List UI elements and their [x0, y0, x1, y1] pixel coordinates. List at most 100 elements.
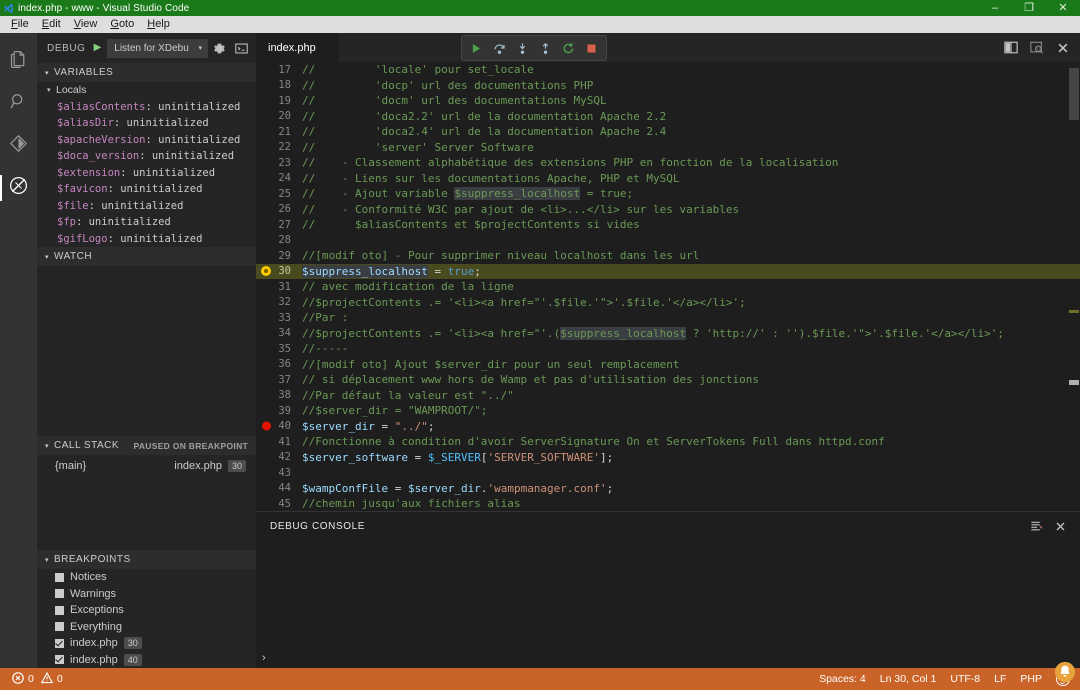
- variable-row[interactable]: $aliasContents: uninitialized: [37, 99, 256, 116]
- code-line[interactable]: 41//Fonctionne à condition d'avoir Serve…: [256, 434, 1080, 450]
- code-line[interactable]: 37// si déplacement www hors de Wamp et …: [256, 372, 1080, 388]
- code-line[interactable]: 43: [256, 465, 1080, 481]
- code-line[interactable]: 35//-----: [256, 341, 1080, 357]
- code-line[interactable]: 17// 'locale' pour set_locale: [256, 62, 1080, 78]
- scrollbar-thumb[interactable]: [1069, 68, 1079, 120]
- line-number[interactable]: 21: [256, 126, 302, 138]
- status-indentation[interactable]: Spaces: 4: [819, 673, 866, 685]
- clear-console-icon[interactable]: [1030, 520, 1043, 532]
- open-preview-icon[interactable]: [1028, 39, 1046, 57]
- line-number[interactable]: 22: [256, 141, 302, 153]
- variables-scope-locals[interactable]: ▾ Locals: [37, 82, 256, 99]
- section-breakpoints-header[interactable]: ▾ BREAKPOINTS: [37, 550, 256, 569]
- code-line[interactable]: 21// 'doca2.4' url de la documentation A…: [256, 124, 1080, 140]
- status-cursor-position[interactable]: Ln 30, Col 1: [880, 673, 937, 685]
- breakpoint-marker-icon[interactable]: [262, 421, 271, 431]
- breakpoint-row[interactable]: Everything: [37, 619, 256, 636]
- breakpoint-checkbox[interactable]: [55, 589, 64, 599]
- line-number[interactable]: 36: [256, 358, 302, 370]
- code-line[interactable]: 42 $server_software = $_SERVER['SERVER_SO…: [256, 450, 1080, 466]
- line-number[interactable]: 39: [256, 405, 302, 417]
- code-line[interactable]: 36//[modif oto] Ajout $server_dir pour u…: [256, 357, 1080, 373]
- panel-tab-debug-console[interactable]: DEBUG CONSOLE: [270, 521, 365, 532]
- code-editor[interactable]: 17// 'locale' pour set_locale 18// 'docp'…: [256, 62, 1080, 511]
- line-number[interactable]: 43: [256, 467, 302, 479]
- code-line[interactable]: 39//$server_dir = "WAMPROOT/";: [256, 403, 1080, 419]
- code-line[interactable]: 44 $wampConfFile = $server_dir.'wampmanag…: [256, 481, 1080, 497]
- line-number[interactable]: 35: [256, 343, 302, 355]
- line-number[interactable]: 34: [256, 327, 302, 339]
- tab-index-php[interactable]: index.php: [256, 33, 340, 62]
- variable-row[interactable]: $doca_version: uninitialized: [37, 148, 256, 165]
- stop-button[interactable]: [581, 38, 602, 59]
- code-line[interactable]: 34//$projectContents .= '<li><a href="'.…: [256, 326, 1080, 342]
- line-number[interactable]: 17: [256, 64, 302, 76]
- menu-view[interactable]: View: [68, 16, 105, 33]
- line-number[interactable]: 29: [256, 250, 302, 262]
- line-number[interactable]: 20: [256, 110, 302, 122]
- maximize-button[interactable]: ❐: [1012, 0, 1046, 16]
- breakpoint-row[interactable]: Notices: [37, 569, 256, 586]
- activity-item-search[interactable]: [0, 83, 37, 125]
- section-watch-header[interactable]: ▾ WATCH: [37, 247, 256, 266]
- editor-scrollbar[interactable]: [1066, 62, 1080, 511]
- section-variables-header[interactable]: ▾ VARIABLES: [37, 63, 256, 82]
- activity-item-debug[interactable]: [0, 167, 37, 209]
- step-over-button[interactable]: [489, 38, 510, 59]
- code-line[interactable]: 23// - Classement alphabétique des exten…: [256, 155, 1080, 171]
- breakpoint-checkbox[interactable]: [55, 605, 64, 615]
- variable-row[interactable]: $gifLogo: uninitialized: [37, 231, 256, 248]
- code-line[interactable]: 38//Par défaut la valeur est "../": [256, 388, 1080, 404]
- line-number[interactable]: 26: [256, 203, 302, 215]
- line-number[interactable]: 32: [256, 296, 302, 308]
- variable-row[interactable]: $aliasDir: uninitialized: [37, 115, 256, 132]
- step-into-button[interactable]: [512, 38, 533, 59]
- play-icon[interactable]: ▶: [94, 43, 102, 53]
- breakpoint-row[interactable]: index.php 30: [37, 635, 256, 652]
- line-number[interactable]: 30: [256, 265, 302, 277]
- breakpoint-row[interactable]: Exceptions: [37, 602, 256, 619]
- code-line[interactable]: 18// 'docp' url des documentations PHP: [256, 78, 1080, 94]
- line-number[interactable]: 42: [256, 451, 302, 463]
- code-line[interactable]: 32//$projectContents .= '<li><a href="'.…: [256, 295, 1080, 311]
- code-line[interactable]: 27// $aliasContents et $projectContents …: [256, 217, 1080, 233]
- breakpoint-row[interactable]: index.php 40: [37, 652, 256, 669]
- breakpoint-checkbox[interactable]: [55, 638, 64, 648]
- line-number[interactable]: 28: [256, 234, 302, 246]
- activity-item-explorer[interactable]: [0, 41, 37, 83]
- bell-icon[interactable]: [1054, 661, 1076, 688]
- variable-row[interactable]: $apacheVersion: uninitialized: [37, 132, 256, 149]
- status-encoding[interactable]: UTF-8: [950, 673, 980, 685]
- code-line[interactable]: 22// 'server' Server Software: [256, 140, 1080, 156]
- status-language-mode[interactable]: PHP: [1020, 673, 1042, 685]
- menu-goto[interactable]: Goto: [104, 16, 141, 33]
- variable-row[interactable]: $fp: uninitialized: [37, 214, 256, 231]
- step-out-button[interactable]: [535, 38, 556, 59]
- line-number[interactable]: 33: [256, 312, 302, 324]
- breakpoint-checkbox[interactable]: [55, 572, 64, 582]
- code-line[interactable]: 26// - Conformité W3C par ajout de <li>.…: [256, 202, 1080, 218]
- line-number[interactable]: 23: [256, 157, 302, 169]
- close-button[interactable]: ✕: [1046, 0, 1080, 16]
- section-callstack-header[interactable]: ▾ CALL STACK PAUSED ON BREAKPOINT: [37, 436, 256, 455]
- variable-row[interactable]: $favicon: uninitialized: [37, 181, 256, 198]
- line-number[interactable]: 37: [256, 374, 302, 386]
- code-line[interactable]: 20// 'doca2.2' url de la documentation A…: [256, 109, 1080, 125]
- variable-row[interactable]: $file: uninitialized: [37, 198, 256, 215]
- line-number[interactable]: 24: [256, 172, 302, 184]
- line-number[interactable]: 41: [256, 436, 302, 448]
- line-number[interactable]: 40: [256, 420, 302, 432]
- callstack-row[interactable]: {main} index.php 30: [37, 455, 256, 476]
- code-line[interactable]: 25// - Ajout variable $suppress_localhos…: [256, 186, 1080, 202]
- close-editor-icon[interactable]: [1054, 39, 1072, 57]
- panel-content[interactable]: ›: [256, 540, 1080, 668]
- line-number[interactable]: 25: [256, 188, 302, 200]
- menu-help[interactable]: Help: [141, 16, 177, 33]
- code-line[interactable]: 33//Par :: [256, 310, 1080, 326]
- line-number[interactable]: 44: [256, 482, 302, 494]
- breakpoint-row[interactable]: Warnings: [37, 586, 256, 603]
- code-line[interactable]: 24// - Liens sur les documentations Apac…: [256, 171, 1080, 187]
- activity-item-source-control[interactable]: [0, 125, 37, 167]
- minimize-button[interactable]: –: [978, 0, 1012, 16]
- debug-configuration-select[interactable]: Listen for XDebu ▾: [107, 38, 208, 58]
